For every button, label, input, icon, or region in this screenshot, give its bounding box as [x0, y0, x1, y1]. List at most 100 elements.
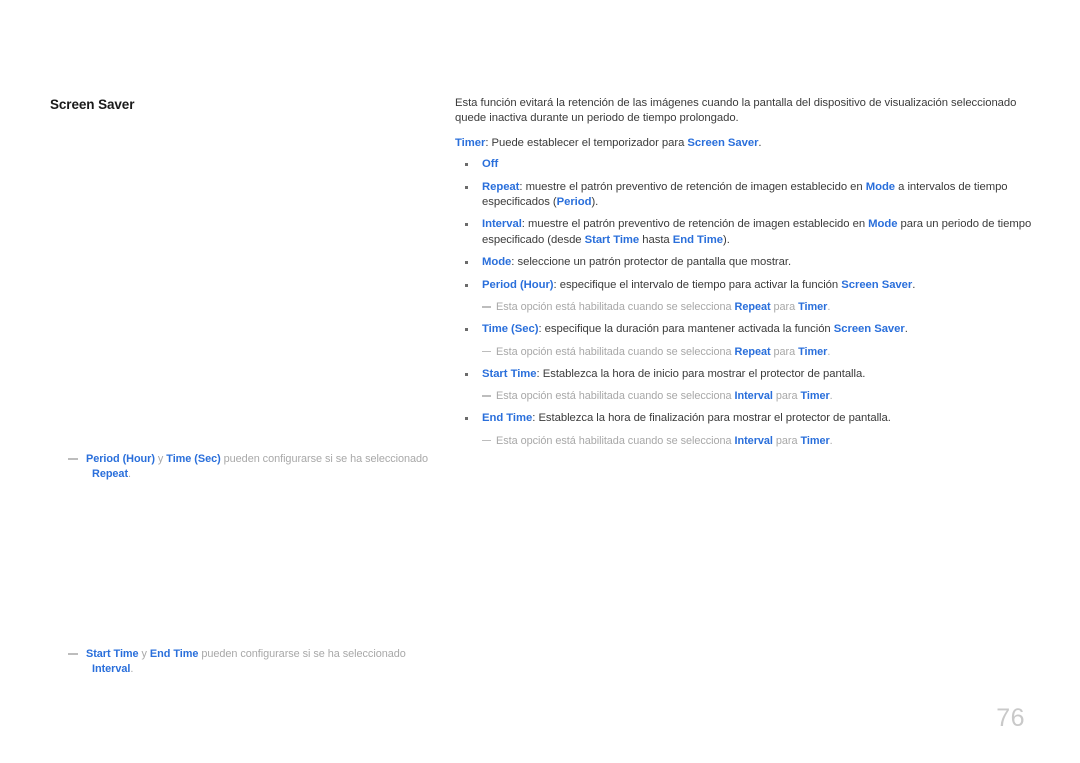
list-item: Time (Sec): especifique la duración para… — [455, 322, 1035, 337]
term-timer: Timer — [455, 136, 486, 149]
note-text: pueden configurarse si se ha seleccionad… — [198, 648, 406, 660]
list-item: Off — [455, 157, 1035, 172]
note-text: . — [128, 468, 131, 481]
ref-timer: Timer — [798, 301, 828, 314]
body-text: Establezca la hora de finalización para … — [538, 412, 891, 425]
timer-paragraph: Timer: Puede establecer el temporizador … — [455, 136, 1035, 151]
ref-repeat: Repeat — [734, 345, 771, 358]
ref-timer: Timer — [798, 345, 828, 358]
bullet-square-icon — [465, 261, 468, 265]
dash-marker-icon — [68, 653, 78, 655]
sub-note: Esta opción está habilitada cuando se se… — [455, 300, 1035, 315]
ref-repeat: Repeat — [92, 468, 129, 481]
term-period-hour: Period (Hour) — [482, 278, 554, 291]
list-item: Mode: seleccione un patrón protector de … — [455, 255, 1035, 270]
ref-timer: Timer — [800, 434, 830, 447]
body-text: seleccione un patrón protector de pantal… — [517, 256, 792, 269]
note-text: pueden configurarse si se ha seleccionad… — [220, 453, 429, 465]
note-text: Esta opción está habilitada cuando se se… — [496, 301, 735, 314]
dash-marker-icon — [482, 439, 491, 442]
list-item: Period (Hour): especifique el intervalo … — [455, 278, 1035, 293]
ref-screen-saver: Screen Saver — [833, 323, 905, 336]
note-text: para — [772, 390, 801, 403]
ref-time-sec: Time (Sec) — [166, 453, 221, 465]
ref-interval: Interval — [92, 663, 131, 676]
note-text: y — [138, 648, 150, 660]
note-text: . — [827, 345, 831, 358]
list-item: End Time: Establezca la hora de finaliza… — [455, 411, 1035, 426]
dash-marker-icon — [482, 395, 491, 397]
note-text: . — [829, 390, 833, 403]
timer-text-after: . — [758, 136, 762, 149]
list-item: Start Time: Establezca la hora de inicio… — [455, 367, 1035, 382]
ref-interval: Interval — [734, 390, 773, 403]
page-title: Screen Saver — [50, 97, 135, 112]
ref-interval: Interval — [734, 434, 773, 447]
note-text: . — [827, 301, 831, 314]
bullet-square-icon — [465, 328, 468, 332]
left-note-period-time: Period (Hour) y Time (Sec) pueden config… — [68, 452, 448, 483]
intro-text: Esta función evitará la retención de las… — [455, 97, 1017, 125]
dash-marker-icon — [68, 458, 78, 460]
note-continuation: Interval. — [86, 662, 448, 677]
bullet-square-icon — [465, 163, 468, 167]
list-item: Interval: muestre el patrón preventivo d… — [455, 217, 1035, 248]
intro-paragraph: Esta función evitará la retención de las… — [455, 96, 1035, 127]
ref-screen-saver: Screen Saver — [841, 278, 913, 291]
body-text: especifique la duración para mantener ac… — [544, 323, 834, 336]
dash-marker-icon — [482, 350, 491, 353]
note-continuation: Repeat. — [86, 467, 448, 482]
note-body: Period (Hour) y Time (Sec) pueden config… — [68, 452, 448, 483]
note-text: . — [130, 663, 134, 676]
sub-note: Esta opción está habilitada cuando se se… — [455, 434, 1035, 449]
body-text: hasta — [639, 233, 673, 246]
body-text: especifique el intervalo de tiempo para … — [559, 278, 842, 291]
ref-timer: Timer — [800, 390, 830, 403]
note-text: Esta opción está habilitada cuando se se… — [496, 390, 735, 403]
ref-end-time: End Time — [672, 233, 723, 246]
ref-repeat: Repeat — [734, 301, 771, 314]
ref-end-time: End Time — [149, 648, 199, 660]
list-item: Repeat: muestre el patrón preventivo de … — [455, 180, 1035, 211]
body-text: . — [904, 323, 908, 336]
ref-start-time: Start Time — [86, 648, 139, 660]
ref-mode: Mode — [865, 180, 896, 193]
bullet-square-icon — [465, 372, 468, 376]
dash-marker-icon — [482, 306, 491, 308]
ref-start-time: Start Time — [584, 233, 640, 246]
term-start-time: Start Time — [482, 367, 537, 380]
term-end-time: End Time — [482, 412, 533, 425]
body-text: ). — [723, 233, 730, 246]
bullet-square-icon — [465, 417, 468, 421]
body-text: . — [912, 278, 916, 291]
left-note-start-end-time: Start Time y End Time pueden configurars… — [68, 647, 448, 678]
term-off: Off — [482, 158, 499, 171]
ref-screen-saver: Screen Saver — [687, 136, 759, 149]
sub-note: Esta opción está habilitada cuando se se… — [455, 345, 1035, 360]
note-text: para — [770, 345, 799, 358]
right-column: Esta función evitará la retención de las… — [455, 96, 1035, 456]
body-text: muestre el patrón preventivo de retenció… — [525, 180, 866, 193]
term-repeat: Repeat — [482, 180, 520, 193]
sub-note: Esta opción está habilitada cuando se se… — [455, 389, 1035, 404]
left-column: Screen Saver — [50, 96, 440, 114]
note-text: Esta opción está habilitada cuando se se… — [496, 434, 735, 447]
note-text: para — [772, 434, 801, 447]
ref-period-hour: Period (Hour) — [86, 453, 155, 465]
document-page: Screen Saver Esta función evitará la ret… — [0, 0, 1080, 763]
term-mode: Mode — [482, 256, 512, 269]
note-text: . — [829, 434, 833, 447]
note-text: para — [770, 301, 799, 314]
ref-mode: Mode — [868, 218, 898, 231]
bullet-square-icon — [465, 185, 468, 189]
note-text: Esta opción está habilitada cuando se se… — [496, 345, 735, 358]
term-interval: Interval — [482, 218, 522, 231]
page-number: 76 — [996, 704, 1025, 732]
timer-text-before: Puede establecer el temporizador para — [491, 136, 688, 149]
bullet-square-icon — [465, 283, 468, 287]
body-text: Establezca la hora de inicio para mostra… — [542, 367, 866, 380]
bullet-square-icon — [465, 223, 468, 227]
body-text: muestre el patrón preventivo de retenció… — [527, 218, 869, 231]
note-body: Start Time y End Time pueden configurars… — [68, 647, 448, 678]
note-text: y — [154, 453, 167, 465]
